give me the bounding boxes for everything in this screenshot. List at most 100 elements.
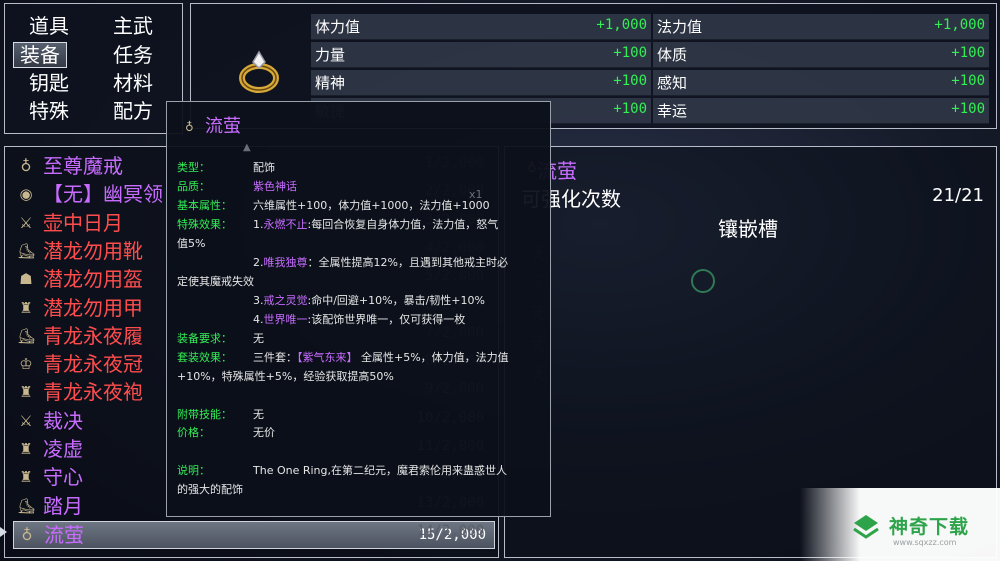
ring-icon: ♁ <box>185 120 194 134</box>
category-equipment[interactable]: 装备 <box>13 42 67 68</box>
type-label: 类型： <box>177 161 210 174</box>
category-main-weapon[interactable]: 主武 <box>113 14 153 38</box>
item-name: 青龙永夜袍 <box>43 380 143 405</box>
socket-slot-icon[interactable] <box>691 269 715 293</box>
requirement-value: 无 <box>253 332 264 345</box>
category-special[interactable]: 特殊 <box>29 99 69 123</box>
category-materials[interactable]: 材料 <box>113 71 153 95</box>
selection-arrow-icon <box>0 527 7 537</box>
ring-icon: ♁ <box>20 157 32 175</box>
item-name: 壶中日月 <box>43 210 123 235</box>
item-name: 【无】幽冥领 <box>43 182 163 207</box>
set-effect-cont: +10%，特殊属性+5%，经验获取提高50% <box>177 370 394 383</box>
ring-icon: ♁ <box>21 526 33 544</box>
stat-row: 体质 +100 <box>653 42 989 68</box>
item-name: 踏月 <box>43 493 83 518</box>
quality-label: 品质： <box>177 180 210 193</box>
stat-row: 体力值 +1,000 <box>311 14 651 40</box>
stat-row: 感知 +100 <box>653 70 989 96</box>
stat-value: +100 <box>613 45 647 61</box>
effect-2-prefix: 2. <box>253 256 264 269</box>
stat-value: +100 <box>951 101 985 117</box>
brand-logo-icon <box>853 515 879 539</box>
effect-4-prefix: 4. <box>253 313 264 326</box>
stat-name: 幸运 <box>657 102 688 120</box>
ring-icon <box>239 50 279 93</box>
crown-icon: ♔ <box>19 355 33 374</box>
category-menu: 道具 主武 装备 任务 钥匙 材料 特殊 配方 <box>4 3 183 134</box>
effect-2-name: 唯我独尊 <box>263 256 308 269</box>
item-name: 至尊魔戒 <box>43 154 123 178</box>
item-tooltip: ♁ 流萤 ▲ x1 类型： 配饰 品质： 紫色神话 基本属性： 六维属性+100… <box>166 101 551 517</box>
swirl-icon: ◉ <box>19 185 33 204</box>
tooltip-pointer-icon: ▲ <box>243 142 251 153</box>
sword-icon: ⚔ <box>19 213 33 232</box>
set-effect-b: 全属性+5%，体力值，法力值 <box>361 351 509 364</box>
boots-icon: ⛸ <box>17 326 37 345</box>
set-effect-value: 三件套：【紫气东来】 全属性+5%，体力值，法力值 <box>253 350 509 366</box>
effect-3: 3.戒之灵觉:命中/回避+10%，暴击/韧性+10% <box>253 293 485 309</box>
stat-value: +100 <box>613 101 647 117</box>
stat-value: +100 <box>951 73 985 89</box>
effect-2-cont: 定使其魔戒失效 <box>177 275 254 288</box>
effect-1-name: 永燃不止 <box>263 218 308 231</box>
effect-2-text: ：全属性提高12%，且遇到其他戒主时必 <box>307 256 508 269</box>
armor-icon: ♜ <box>19 440 33 458</box>
item-name: 潜龙勿用靴 <box>43 238 143 263</box>
requirement-label: 装备要求： <box>177 332 232 345</box>
set-effect-a: 三件套： <box>253 351 297 364</box>
price-value: 无价 <box>253 426 275 439</box>
stat-value: +1,000 <box>934 17 985 33</box>
effect-1-cont: 值5% <box>177 237 206 250</box>
set-effect-label: 套装效果： <box>177 351 232 364</box>
item-name: 潜龙勿用甲 <box>43 295 143 320</box>
stat-value: +100 <box>613 73 647 89</box>
stat-row: 法力值 +1,000 <box>653 14 989 40</box>
stat-name: 体力值 <box>315 18 361 36</box>
effect-3-prefix: 3. <box>253 294 264 307</box>
effect-3-text: :命中/回避+10%，暴击/韧性+10% <box>307 294 485 307</box>
armor-icon: ♜ <box>19 298 33 317</box>
effect-4: 4.世界唯一:该配饰世界唯一，仅可获得一枚 <box>253 312 465 328</box>
effect-4-text: :该配饰世界唯一，仅可获得一枚 <box>307 313 466 326</box>
base-attr-label: 基本属性： <box>177 199 232 212</box>
item-name: 守心 <box>43 465 83 490</box>
effect-3-name: 戒之灵觉 <box>263 294 308 307</box>
watermark-brand: 神奇下载 <box>889 516 970 538</box>
category-recipes[interactable]: 配方 <box>113 99 153 123</box>
item-name: 潜龙勿用盔 <box>43 267 143 292</box>
description-label: 说明： <box>177 464 210 477</box>
effect-1: 1.永燃不止:每回合恢复自身体力值，法力值，怒气 <box>253 217 498 233</box>
special-label: 特殊效果： <box>177 218 232 231</box>
effect-4-name: 世界唯一 <box>263 313 308 326</box>
quality-value: 紫色神话 <box>253 180 297 193</box>
boots-icon: ⛸ <box>17 241 37 260</box>
base-attr-value: 六维属性+100，体力值+1000，法力值+1000 <box>253 199 490 212</box>
stat-name: 感知 <box>657 74 688 92</box>
skill-label: 附带技能： <box>177 408 232 421</box>
armor-icon: ♜ <box>19 468 33 487</box>
category-items[interactable]: 道具 <box>29 14 69 38</box>
skill-value: 无 <box>253 408 264 421</box>
enhance-count: 21/21 <box>932 185 984 206</box>
description-value: The One Ring,在第二纪元，魔君索伦用来蛊惑世人 <box>253 464 507 477</box>
helmet-icon: ☗ <box>19 270 33 289</box>
item-count-faded: 14/2,000 <box>416 522 484 539</box>
category-quest[interactable]: 任务 <box>113 43 153 67</box>
price-label: 价格： <box>177 426 210 439</box>
blade-icon: ⚔ <box>19 411 33 430</box>
watermark-url: www.sqxzz.com <box>893 538 957 547</box>
type-value: 配饰 <box>253 161 275 174</box>
stat-row: 力量 +100 <box>311 42 651 68</box>
stat-name: 体质 <box>657 46 688 64</box>
item-name: 青龙永夜履 <box>43 323 143 348</box>
item-name: 裁决 <box>43 408 83 433</box>
stat-value: +1,000 <box>596 17 647 33</box>
item-name: 流萤 <box>44 523 84 547</box>
tooltip-title: 流萤 <box>205 116 241 137</box>
set-name: 【紫气东来】 <box>297 351 358 364</box>
stat-name: 力量 <box>315 46 346 64</box>
category-keys[interactable]: 钥匙 <box>29 71 69 95</box>
description-cont: 的强大的配饰 <box>177 483 243 496</box>
stat-name: 精神 <box>315 74 346 92</box>
